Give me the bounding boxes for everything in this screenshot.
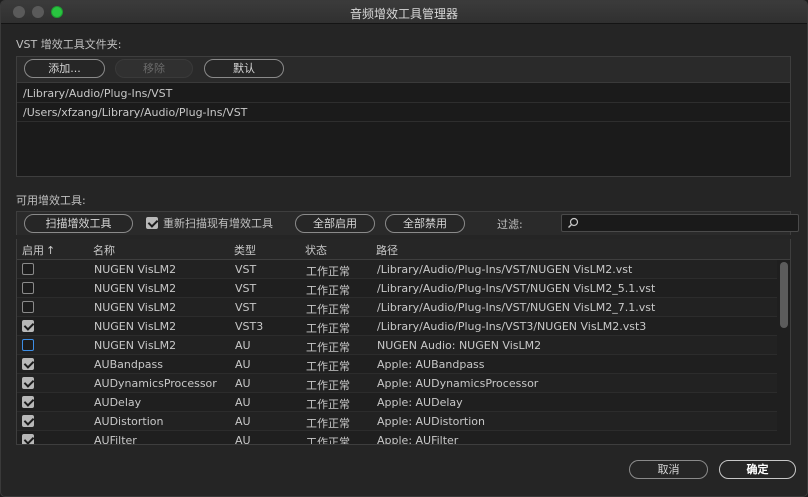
cell-name: AUDelay xyxy=(94,396,142,409)
plugins-table-header: 启用 ↑ 名称 类型 状态 路径 xyxy=(16,239,791,259)
vst-folder-item[interactable]: /Library/Audio/Plug-Ins/VST xyxy=(17,84,790,103)
cell-path: /Library/Audio/Plug-Ins/VST/NUGEN VisLM2… xyxy=(377,263,633,276)
cell-path: Apple: AUDynamicsProcessor xyxy=(377,377,539,390)
column-status[interactable]: 状态 xyxy=(305,242,327,258)
enable-checkbox[interactable] xyxy=(22,320,34,332)
cell-name: NUGEN VisLM2 xyxy=(94,320,177,333)
enable-checkbox[interactable] xyxy=(22,377,34,389)
enable-checkbox[interactable] xyxy=(22,415,34,427)
cell-type: VST xyxy=(235,263,257,276)
filter-label: 过滤: xyxy=(497,218,523,231)
table-row[interactable]: NUGEN VisLM2 VST 工作正常/Library/Audio/Plug-I… xyxy=(17,260,777,279)
table-row[interactable]: AUDistortion AU 工作正常 Apple: AUDistortion xyxy=(17,412,777,431)
vst-folders-panel: 添加... 移除 默认 /Library/Audio/Plug-Ins/VST … xyxy=(16,56,791,177)
cell-status: 工作正常 xyxy=(306,417,350,430)
cell-name: AUFilter xyxy=(94,434,137,445)
cell-name: NUGEN VisLM2 xyxy=(94,301,177,314)
cell-status: 工作正常 xyxy=(306,436,350,445)
table-row[interactable]: AUDynamicsProcessor AU 工作正常 Apple: AUDynami… xyxy=(17,374,777,393)
cell-type: AU xyxy=(235,358,251,371)
cell-type: VST xyxy=(235,282,257,295)
plugin-manager-window: 音频增效工具管理器 VST 增效工具文件夹: 添加... 移除 默认 /Libr… xyxy=(0,0,808,497)
cell-path: Apple: AUBandpass xyxy=(377,358,485,371)
table-row[interactable]: NUGEN VisLM2 VST 工作正常/Library/Audio/Plug-I… xyxy=(17,279,777,298)
cell-name: NUGEN VisLM2 xyxy=(94,282,177,295)
sort-ascending-icon: ↑ xyxy=(46,244,56,257)
cell-name: NUGEN VisLM2 xyxy=(94,339,177,352)
rescan-existing-label: 重新扫描现有增效工具 xyxy=(163,217,273,230)
title-bar: 音频增效工具管理器 xyxy=(1,1,807,24)
table-row[interactable]: NUGEN VisLM2 VST3 工作正常/Library/Audio/Plug-… xyxy=(17,317,777,336)
enable-checkbox[interactable] xyxy=(22,434,34,444)
table-row[interactable]: AUDelay AU 工作正常 Apple: AUDelay xyxy=(17,393,777,412)
disable-all-button[interactable]: 全部禁用 xyxy=(385,214,465,233)
plugins-table: NUGEN VisLM2 VST 工作正常/Library/Audio/Plug-I… xyxy=(16,259,791,445)
column-path[interactable]: 路径 xyxy=(376,242,398,258)
cell-status: 工作正常 xyxy=(306,265,350,278)
scan-plugins-button[interactable]: 扫描增效工具 xyxy=(24,214,133,233)
available-plugins-toolbar: 扫描增效工具 重新扫描现有增效工具 全部启用 全部禁用 过滤: xyxy=(16,211,799,235)
cell-type: VST xyxy=(235,301,257,314)
enable-checkbox[interactable] xyxy=(22,263,34,275)
window-title: 音频增效工具管理器 xyxy=(349,7,458,21)
cell-name: AUDynamicsProcessor xyxy=(94,377,217,390)
cell-type: AU xyxy=(235,434,251,445)
column-name[interactable]: 名称 xyxy=(93,242,115,258)
enable-checkbox[interactable] xyxy=(22,339,34,351)
column-enabled[interactable]: 启用 ↑ xyxy=(22,242,55,258)
cell-status: 工作正常 xyxy=(306,303,350,316)
enable-checkbox[interactable] xyxy=(22,396,34,408)
vst-folders-toolbar: 添加... 移除 默认 xyxy=(17,57,790,83)
column-type[interactable]: 类型 xyxy=(234,242,256,258)
table-row[interactable]: AUBandpass AU 工作正常 Apple: AUBandpass xyxy=(17,355,777,374)
ok-button[interactable]: 确定 xyxy=(719,460,796,479)
cell-status: 工作正常 xyxy=(306,284,350,297)
add-folder-button[interactable]: 添加... xyxy=(24,59,105,78)
enable-all-button[interactable]: 全部启用 xyxy=(295,214,375,233)
vst-folder-item[interactable]: /Users/xfzang/Library/Audio/Plug-Ins/VST xyxy=(17,103,790,122)
vst-folders-label: VST 增效工具文件夹: xyxy=(16,38,122,51)
cell-type: AU xyxy=(235,339,251,352)
cell-status: 工作正常 xyxy=(306,341,350,354)
cancel-button[interactable]: 取消 xyxy=(629,460,708,479)
enable-checkbox[interactable] xyxy=(22,282,34,294)
cell-path: Apple: AUDistortion xyxy=(377,415,485,428)
cell-type: AU xyxy=(235,396,251,409)
cell-status: 工作正常 xyxy=(306,379,350,392)
cell-status: 工作正常 xyxy=(306,398,350,411)
table-row[interactable]: NUGEN VisLM2 AU 工作正常 NUGEN Audio: NUGEN Vis… xyxy=(17,336,777,355)
column-enabled-label: 启用 xyxy=(22,244,44,257)
cell-path: /Library/Audio/Plug-Ins/VST3/NUGEN VisLM… xyxy=(377,320,647,333)
remove-folder-button[interactable]: 移除 xyxy=(115,59,193,78)
cell-name: AUBandpass xyxy=(94,358,164,371)
cell-path: Apple: AUFilter xyxy=(377,434,459,445)
enable-checkbox[interactable] xyxy=(22,358,34,370)
table-row[interactable]: AUFilter AU 工作正常 Apple: AUFilter xyxy=(17,431,777,445)
cell-type: VST3 xyxy=(235,320,264,333)
cell-path: /Library/Audio/Plug-Ins/VST/NUGEN VisLM2… xyxy=(377,282,656,295)
table-scrollbar[interactable] xyxy=(780,262,788,328)
enable-checkbox[interactable] xyxy=(22,301,34,313)
cell-type: AU xyxy=(235,377,251,390)
rescan-existing-checkbox[interactable] xyxy=(146,217,158,229)
cell-name: AUDistortion xyxy=(94,415,164,428)
filter-input[interactable] xyxy=(561,214,799,232)
cell-path: /Library/Audio/Plug-Ins/VST/NUGEN VisLM2… xyxy=(377,301,656,314)
cell-name: NUGEN VisLM2 xyxy=(94,263,177,276)
cell-status: 工作正常 xyxy=(306,322,350,335)
cell-type: AU xyxy=(235,415,251,428)
table-row[interactable]: NUGEN VisLM2 VST 工作正常/Library/Audio/Plug-I… xyxy=(17,298,777,317)
available-plugins-label: 可用增效工具: xyxy=(16,194,86,207)
default-folders-button[interactable]: 默认 xyxy=(204,59,284,78)
cell-status: 工作正常 xyxy=(306,360,350,373)
cell-path: Apple: AUDelay xyxy=(377,396,463,409)
search-icon xyxy=(568,217,579,228)
cell-path: NUGEN Audio: NUGEN VisLM2 xyxy=(377,339,542,352)
